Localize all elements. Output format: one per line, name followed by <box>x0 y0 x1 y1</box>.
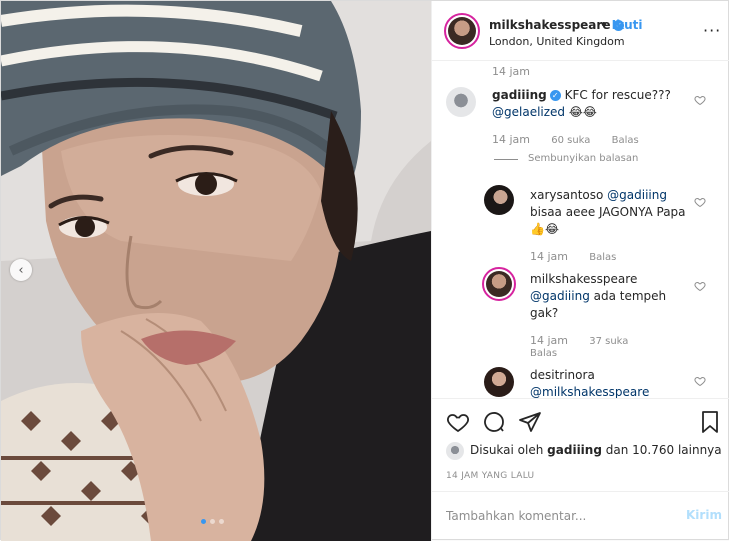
comment-time[interactable]: 14 jam <box>492 133 530 146</box>
comment-mention[interactable]: @gadiiing <box>607 188 667 202</box>
separator-dot: • <box>600 18 608 32</box>
comment-mention[interactable]: @milkshakesspeare <box>530 385 649 398</box>
caption-time[interactable]: 14 jam <box>492 65 530 78</box>
post-actions: Disukai oleh gadiiing dan 10.760 lainnya <box>432 398 729 460</box>
comment-text: KFC for rescue??? <box>564 88 671 102</box>
post-photo[interactable]: ‹ <box>1 1 431 541</box>
carousel-dot <box>210 519 215 524</box>
comment-icon[interactable] <box>482 410 506 434</box>
heart-icon[interactable] <box>446 410 470 434</box>
carousel-dot <box>201 519 206 524</box>
comment-username[interactable]: xarysantoso <box>530 188 603 202</box>
bookmark-icon[interactable] <box>698 410 722 434</box>
carousel-indicator <box>201 519 224 524</box>
comment-time[interactable]: 14 jam <box>530 334 568 347</box>
hide-replies-button[interactable]: Sembunyikan balasan <box>528 153 638 164</box>
previous-photo-button[interactable]: ‹ <box>10 259 32 281</box>
commenter-avatar[interactable] <box>446 87 476 117</box>
commenter-avatar[interactable] <box>484 367 514 397</box>
share-icon[interactable] <box>518 410 542 434</box>
likes-prefix: Disukai oleh <box>470 443 544 457</box>
comment-body: gadiiing ✓ KFC for rescue??? @gelaelized … <box>492 87 682 121</box>
comment-username[interactable]: desitrinora <box>530 368 595 382</box>
verified-badge-icon: ✓ <box>549 90 561 101</box>
comment-like-heart-icon[interactable] <box>694 280 706 292</box>
comment-body: xarysantoso @gadiiing bisaa aeee JAGONYA… <box>530 187 690 238</box>
post-dialog: ‹ milkshakesspeare ✓ • Ikuti London, Unite… <box>0 0 729 541</box>
comment-like-heart-icon[interactable] <box>694 94 706 106</box>
comment-like-heart-icon[interactable] <box>694 196 706 208</box>
comment-username[interactable]: gadiiing <box>492 88 547 102</box>
comment-username[interactable]: milkshakesspeare <box>530 272 637 286</box>
post-comment-button[interactable]: Kirim <box>686 508 722 522</box>
commenter-avatar[interactable] <box>482 267 516 301</box>
reply-button[interactable]: Balas <box>589 252 616 263</box>
comment-likes[interactable]: 37 suka <box>589 336 628 347</box>
comment-like-heart-icon[interactable] <box>694 375 706 387</box>
comment-body: milkshakesspeare @gadiiing ada tempeh ga… <box>530 271 690 322</box>
comment-text: bisaa aeee JAGONYA Papa <box>530 205 686 219</box>
follow-button[interactable]: Ikuti <box>612 18 643 32</box>
post-details-panel: milkshakesspeare ✓ • Ikuti London, United … <box>431 1 729 541</box>
comment-likes[interactable]: 60 suka <box>551 135 590 146</box>
divider <box>494 159 518 160</box>
add-comment-bar: Kirim <box>432 491 729 541</box>
comment-mention[interactable]: @gelaelized <box>492 105 565 119</box>
likes-summary[interactable]: Disukai oleh gadiiing dan 10.760 lainnya <box>470 443 722 457</box>
comment-body: desitrinora @milkshakesspeare <box>530 367 690 398</box>
author-username[interactable]: milkshakesspeare <box>489 18 610 32</box>
post-location[interactable]: London, United Kingdom <box>489 35 625 48</box>
author-avatar[interactable] <box>444 13 480 49</box>
comment-emoji: 👍😂 <box>530 222 559 236</box>
more-options-icon[interactable]: ··· <box>703 21 721 40</box>
carousel-dot <box>219 519 224 524</box>
comment-time[interactable]: 14 jam <box>530 250 568 263</box>
selfie-illustration <box>1 1 431 541</box>
chevron-left-icon: ‹ <box>18 262 24 278</box>
comment-emoji: 😂😂 <box>568 105 597 119</box>
liker-avatar[interactable] <box>446 442 464 460</box>
post-timestamp[interactable]: 14 JAM YANG LALU <box>446 471 534 481</box>
comments-list: 14 jam gadiiing ✓ KFC for rescue??? @gela… <box>432 61 729 398</box>
reply-button[interactable]: Balas <box>612 135 639 146</box>
likes-count[interactable]: dan 10.760 lainnya <box>606 443 722 457</box>
comment-input[interactable] <box>446 506 666 526</box>
commenter-avatar[interactable] <box>484 185 514 215</box>
reply-button[interactable]: Balas <box>530 348 557 359</box>
comment-mention[interactable]: @gadiiing <box>530 289 590 303</box>
liker-username[interactable]: gadiiing <box>547 443 602 457</box>
post-header: milkshakesspeare ✓ • Ikuti London, United … <box>432 1 729 61</box>
